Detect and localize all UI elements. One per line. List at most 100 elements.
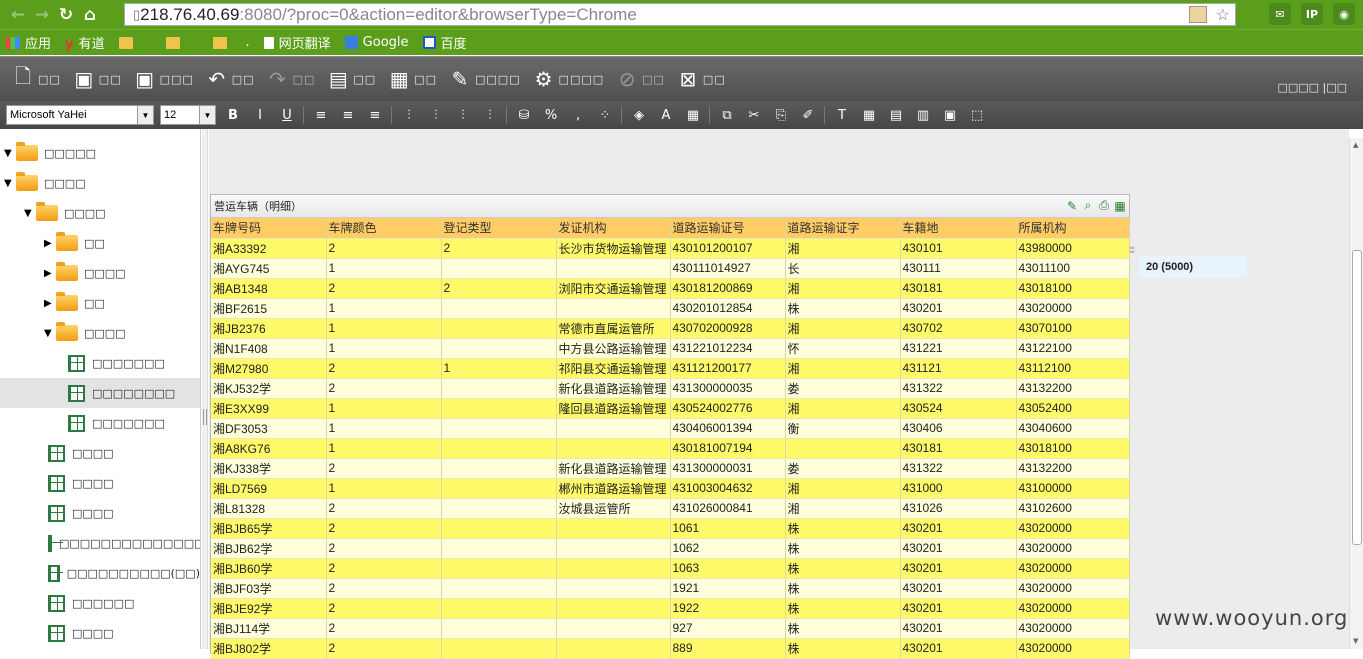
table-row[interactable]: 湘E3XX99 1 隆回县道路运输管理 430524002776 湘 430524 4305… (211, 398, 1130, 419)
gmail-icon[interactable]: ✉ (1269, 3, 1291, 25)
toolbar-button[interactable]: ✎ □□□□ (449, 67, 521, 91)
database-icon[interactable]: ⛁ (514, 105, 534, 125)
panel-splitter[interactable] (202, 129, 208, 649)
comma-icon[interactable]: ‚ (568, 105, 588, 125)
paste-icon[interactable]: ⎘ (771, 105, 791, 125)
table-row[interactable]: 湘LD7569 1 郴州市道路运输管理 431003004632 湘 431000 4310… (211, 478, 1130, 499)
expand-down-icon[interactable]: ▼ (4, 178, 16, 189)
table-row[interactable]: 湘AB1348 2 2 浏阳市交通运输管理 430181200869 湘 430181 430… (211, 278, 1130, 299)
table-row[interactable]: 湘JB2376 1 常德市直属运管所 430702000928 湘 430702 43070… (211, 318, 1130, 339)
column-header[interactable]: 登记类型 (441, 218, 557, 239)
fill-color-icon[interactable]: ◈ (629, 105, 649, 125)
tree-item[interactable]: □□□□ (0, 498, 200, 528)
table-row[interactable]: 湘BF2615 1 430201012854 株 430201 43020000 (211, 298, 1130, 319)
toolbar-button[interactable]: ▤ □□ (327, 67, 376, 91)
valign-top-icon[interactable]: ⫶ (399, 105, 419, 125)
zoom-icon[interactable]: ⌕ (1081, 198, 1095, 213)
export-icon[interactable]: ⎙ (1097, 198, 1111, 213)
align-left-icon[interactable]: ≡ (311, 105, 331, 125)
toolbar-button[interactable]: 🗋 □□ (12, 64, 61, 91)
table-row[interactable]: 湘A8KG76 1 430181007194 430181 43018100 (211, 438, 1130, 459)
back-icon[interactable]: ← (6, 3, 30, 27)
table-row[interactable]: 湘DF3053 1 430406001394 衡 430406 43040600 (211, 418, 1130, 439)
bookmark-dot[interactable]: . (246, 35, 250, 50)
toolbar-button[interactable]: ⚙ □□□□ (533, 67, 605, 91)
toolbar-button[interactable]: ▣ □□□ (134, 67, 194, 91)
table-row[interactable]: 湘A33392 2 2 长沙市货物运输管理 430101200107 湘 430101 439… (211, 238, 1130, 259)
percent-icon[interactable]: % (541, 105, 561, 125)
align-right-icon[interactable]: ≡ (365, 105, 385, 125)
decimal-icon[interactable]: ⁘ (595, 105, 615, 125)
font-size-select[interactable]: 12 ▼ (160, 105, 216, 125)
table-row[interactable]: 湘M27980 2 1 祁阳县交通运输管理 431121200177 湘 431121 431… (211, 358, 1130, 379)
column-header[interactable]: 道路运输证字 (785, 218, 901, 239)
toolbar-button[interactable]: ↶ □□ (206, 67, 255, 91)
table-row[interactable]: 湘BJB65学 2 1061 株 430201 43020000 (211, 518, 1130, 539)
scroll-up-icon[interactable]: ▲ (1353, 141, 1358, 149)
toolbar-button[interactable]: ⊠ □□ (677, 67, 726, 91)
table-row[interactable]: 湘L81328 2 汝城县运管所 431026000841 湘 431026 4310260… (211, 498, 1130, 519)
table-row[interactable]: 湘BJ114学 2 927 株 430201 43020000 (211, 618, 1130, 639)
table-icon[interactable]: ▦ (859, 105, 879, 125)
vertical-scrollbar[interactable]: ▲ ▼ (1349, 138, 1363, 649)
copy-icon[interactable]: ⧉ (717, 105, 737, 125)
border-icon[interactable]: ▦ (683, 105, 703, 125)
toolbar-button[interactable]: ⊘ □□ (616, 67, 665, 91)
tree-item[interactable]: □□□□□□□□ (0, 378, 200, 408)
forward-icon[interactable]: → (30, 3, 54, 27)
table-row[interactable]: 湘BJ802学 2 889 株 430201 43020000 (211, 638, 1130, 659)
bookmark-star-icon[interactable]: ☆ (1216, 5, 1230, 25)
tree-item[interactable]: □□□□ (0, 618, 200, 648)
expand-right-icon[interactable]: ▶ (44, 298, 56, 309)
tree-item[interactable]: □□□□□□□□□□(□□) (0, 558, 200, 588)
scroll-down-icon[interactable]: ▼ (1353, 637, 1358, 645)
tree-item[interactable]: □□□□□□ (0, 588, 200, 618)
reload-icon[interactable]: ↻ (54, 3, 78, 27)
expand-right-icon[interactable]: ▶ (44, 238, 56, 249)
bold-icon[interactable]: B (223, 105, 243, 125)
image-icon[interactable]: ▣ (940, 105, 960, 125)
toolbar-button[interactable]: ↷ □□ (267, 67, 316, 91)
tree-item[interactable]: □□□□□□□ (0, 348, 200, 378)
align-center-icon[interactable]: ≡ (338, 105, 358, 125)
bookmark-folder[interactable] (165, 36, 185, 49)
tree-item[interactable]: ▼ □□□□ (0, 198, 200, 228)
tree-item[interactable]: ▼ □□□□□ (0, 138, 200, 168)
text-icon[interactable]: T (832, 105, 852, 125)
tree-item[interactable]: ▶ □□ (0, 228, 200, 258)
column-header[interactable]: 车牌颜色 (326, 218, 442, 239)
bookmark-google[interactable]: Google (344, 35, 409, 50)
resize-grip-icon[interactable]: ═ ═ (1130, 245, 1138, 256)
tree-item[interactable]: ▶ □□□□ (0, 258, 200, 288)
font-family-select[interactable]: Microsoft YaHei ▼ (6, 105, 154, 125)
tree-item[interactable]: □□□□□□□□□□□□□□ (0, 528, 200, 558)
grid-icon[interactable]: ▤ (886, 105, 906, 125)
column-header[interactable]: 车籍地 (900, 218, 1017, 239)
table-row[interactable]: 湘N1F408 1 中方县公路运输管理 431221012234 怀 431221 4312… (211, 338, 1130, 359)
tree-item[interactable]: ▼ □□□□ (0, 168, 200, 198)
scroll-thumb[interactable] (1352, 250, 1362, 545)
column-header[interactable]: 车牌号码 (211, 218, 327, 239)
excel-icon[interactable]: ▦ (1113, 198, 1127, 213)
ip-icon[interactable]: IP (1301, 3, 1323, 25)
column-header[interactable]: 所属机构 (1016, 218, 1130, 239)
tree-item[interactable]: □□□□ (0, 438, 200, 468)
valign-middle-icon[interactable]: ⫶ (426, 105, 446, 125)
edit-icon[interactable]: ✎ (1065, 198, 1079, 213)
expand-down-icon[interactable]: ▼ (44, 328, 56, 339)
home-icon[interactable]: ⌂ (78, 3, 102, 27)
column-header[interactable]: 道路运输证号 (670, 218, 786, 239)
italic-icon[interactable]: I (250, 105, 270, 125)
distribute-icon[interactable]: ⫶ (480, 105, 500, 125)
tree-item[interactable]: ▶ □□ (0, 288, 200, 318)
table-row[interactable]: 湘BJF03学 2 1921 株 430201 43020000 (211, 578, 1130, 599)
table-row[interactable]: 湘KJ338学 2 新化县道路运输管理 431300000031 娄 431322 4313… (211, 458, 1130, 479)
valign-bottom-icon[interactable]: ⫶ (453, 105, 473, 125)
column-header[interactable]: 发证机构 (556, 218, 671, 239)
bookmark-baidu[interactable]: 百度 (422, 33, 467, 52)
component-icon[interactable]: ⬚ (967, 105, 987, 125)
font-color-icon[interactable]: A (656, 105, 676, 125)
bookmark-apps[interactable]: 应用 (6, 33, 51, 52)
table-row[interactable]: 湘AYG745 1 430111014927 长 430111 43011100 (211, 258, 1130, 279)
extension-icon[interactable] (1189, 6, 1207, 23)
